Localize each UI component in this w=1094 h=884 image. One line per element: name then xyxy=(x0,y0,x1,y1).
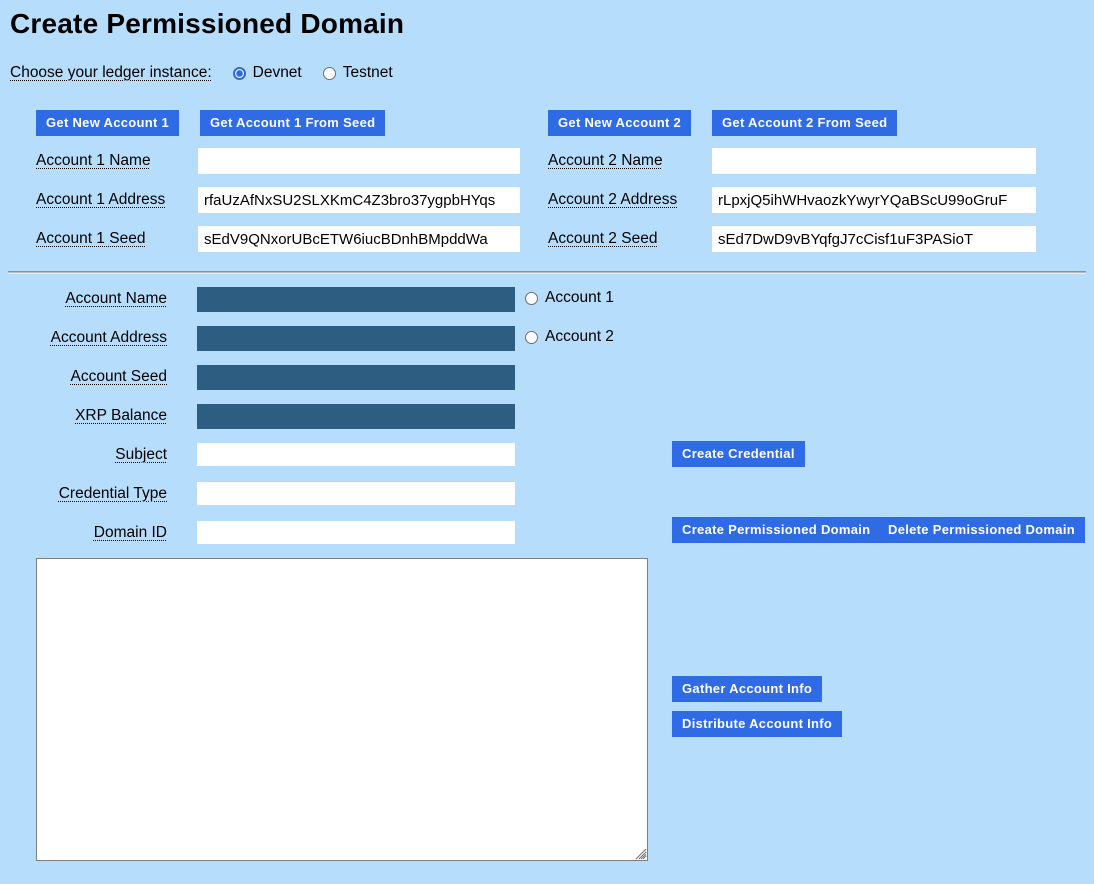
account-2-address-label: Account 2 Address xyxy=(548,191,677,209)
get-new-account-1-button[interactable]: Get New Account 1 xyxy=(36,110,179,136)
account-address-field[interactable] xyxy=(197,326,515,351)
testnet-label: Testnet xyxy=(343,64,393,82)
create-credential-button[interactable]: Create Credential xyxy=(672,441,805,467)
delete-permissioned-domain-button[interactable]: Delete Permissioned Domain xyxy=(878,517,1085,543)
devnet-option[interactable]: Devnet xyxy=(233,64,302,82)
section-divider xyxy=(8,271,1086,274)
devnet-radio[interactable] xyxy=(233,67,246,80)
account-2-address-input[interactable] xyxy=(712,187,1036,213)
account-seed-label: Account Seed xyxy=(10,368,167,386)
account-2-name-label: Account 2 Name xyxy=(548,152,663,170)
account-2-name-input[interactable] xyxy=(712,148,1036,174)
select-account-1-option[interactable]: Account 1 xyxy=(525,289,614,307)
select-account-2-option[interactable]: Account 2 xyxy=(525,328,614,346)
account-name-field[interactable] xyxy=(197,287,515,312)
ledger-instance-label: Choose your ledger instance: xyxy=(10,64,212,82)
account-name-label: Account Name xyxy=(10,290,167,308)
testnet-radio[interactable] xyxy=(323,67,336,80)
account-seed-field[interactable] xyxy=(197,365,515,390)
account-2-seed-input[interactable] xyxy=(712,226,1036,252)
create-permissioned-domain-button[interactable]: Create Permissioned Domain xyxy=(672,517,880,543)
account-1-name-label: Account 1 Name xyxy=(36,152,151,170)
select-account-2-radio[interactable] xyxy=(525,331,538,344)
account-2-seed-label: Account 2 Seed xyxy=(548,230,657,248)
select-account-1-label: Account 1 xyxy=(545,289,614,307)
subject-label: Subject xyxy=(10,446,167,464)
account-1-name-input[interactable] xyxy=(198,148,520,174)
devnet-label: Devnet xyxy=(253,64,302,82)
xrp-balance-field[interactable] xyxy=(197,404,515,429)
results-textarea[interactable] xyxy=(36,558,648,861)
get-new-account-2-button[interactable]: Get New Account 2 xyxy=(548,110,691,136)
testnet-option[interactable]: Testnet xyxy=(323,64,393,82)
select-account-2-label: Account 2 xyxy=(545,328,614,346)
domain-id-label: Domain ID xyxy=(10,524,167,542)
credential-type-label: Credential Type xyxy=(10,485,167,503)
account-address-label: Account Address xyxy=(10,329,167,347)
ledger-instance-selector: Choose your ledger instance: Devnet Test… xyxy=(10,64,393,82)
page-title: Create Permissioned Domain xyxy=(10,8,404,40)
xrp-balance-label: XRP Balance xyxy=(10,407,167,425)
account-1-seed-label: Account 1 Seed xyxy=(36,230,145,248)
distribute-account-info-button[interactable]: Distribute Account Info xyxy=(672,711,842,737)
credential-type-input[interactable] xyxy=(197,482,515,505)
account-1-seed-input[interactable] xyxy=(198,226,520,252)
create-permissioned-domain-page: Create Permissioned Domain Choose your l… xyxy=(0,0,1094,884)
subject-input[interactable] xyxy=(197,443,515,466)
select-account-1-radio[interactable] xyxy=(525,292,538,305)
account-1-address-label: Account 1 Address xyxy=(36,191,165,209)
gather-account-info-button[interactable]: Gather Account Info xyxy=(672,676,822,702)
domain-id-input[interactable] xyxy=(197,521,515,544)
get-account-2-from-seed-button[interactable]: Get Account 2 From Seed xyxy=(712,110,897,136)
get-account-1-from-seed-button[interactable]: Get Account 1 From Seed xyxy=(200,110,385,136)
account-1-address-input[interactable] xyxy=(198,187,520,213)
